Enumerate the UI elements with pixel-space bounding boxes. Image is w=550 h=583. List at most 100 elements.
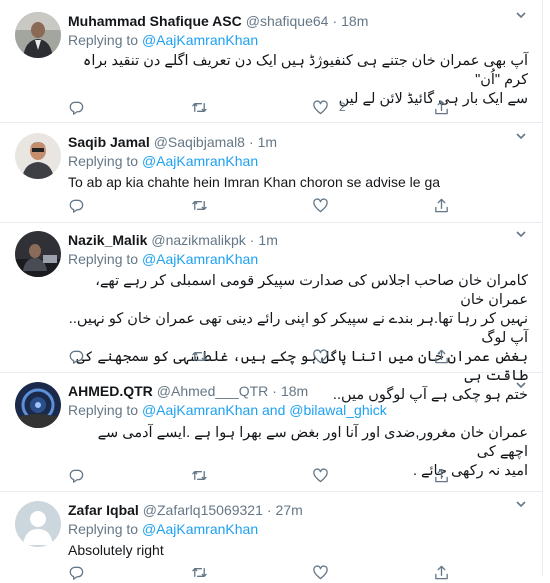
display-name[interactable]: Muhammad Shafique ASC — [68, 12, 242, 30]
tweet[interactable]: Zafar Iqbal @Zafarlq15069321 · 27m Reply… — [0, 492, 542, 580]
tweet[interactable]: Nazik_Malik @nazikmalikpk · 1m Replying … — [0, 223, 542, 403]
separator-dot: · — [266, 502, 272, 518]
retweet-icon — [192, 567, 207, 577]
retweet-button[interactable] — [191, 98, 208, 116]
reply-icon — [69, 469, 84, 483]
retweet-icon — [192, 470, 207, 480]
tweet-text-line: آپ بھی عمران خان جتنے ہی کنفیوژڈ ہیں ایک… — [82, 53, 528, 88]
retweet-button[interactable] — [191, 466, 208, 484]
share-button[interactable] — [433, 196, 450, 214]
user-handle[interactable]: @shafique64 — [246, 12, 329, 30]
tweet-text-line: Absolutely right — [68, 542, 164, 558]
display-name[interactable]: Nazik_Malik — [68, 231, 147, 249]
separator-dot: · — [248, 134, 254, 150]
like-button[interactable] — [312, 563, 329, 581]
like-button[interactable] — [312, 347, 329, 365]
reply-icon — [69, 566, 84, 580]
reply-button[interactable] — [68, 196, 85, 214]
avatar[interactable] — [15, 501, 61, 547]
retweet-button[interactable] — [191, 347, 208, 365]
share-icon — [435, 198, 448, 212]
timestamp[interactable]: 1m — [258, 231, 277, 249]
heart-icon — [313, 197, 328, 212]
replying-to: Replying to @AajKamranKhan and @bilawal_… — [68, 400, 528, 420]
replying-to-link[interactable]: @AajKamranKhan and @bilawal_ghick — [142, 402, 387, 418]
tweet[interactable]: Muhammad Shafique ASC @shafique64 · 18m … — [0, 0, 542, 123]
reply-button[interactable] — [68, 98, 85, 116]
replying-to: Replying to @AajKamranKhan — [68, 519, 528, 539]
replying-to-label: Replying to — [68, 251, 139, 267]
reply-button[interactable] — [68, 466, 85, 484]
chevron-down-icon[interactable] — [514, 497, 528, 511]
chevron-down-icon[interactable] — [514, 378, 528, 392]
replying-to-label: Replying to — [68, 153, 139, 169]
replying-to-link[interactable]: @AajKamranKhan — [142, 153, 258, 169]
reply-icon — [69, 350, 84, 364]
retweet-icon — [192, 351, 207, 361]
tweet-text-line: عمران خان مغرور,ضدی اور آنا اور بغض سے ب… — [97, 425, 528, 460]
retweet-icon — [192, 102, 207, 112]
replying-to-link[interactable]: @AajKamranKhan — [142, 521, 258, 537]
replying-to: Replying to @AajKamranKhan — [68, 30, 528, 50]
replying-to: Replying to @AajKamranKhan — [68, 151, 528, 171]
share-button[interactable] — [433, 563, 450, 581]
tweet-text-line: To ab ap kia chahte hein Imran Khan chor… — [68, 174, 441, 190]
replying-to: Replying to @AajKamranKhan — [68, 249, 528, 269]
user-handle[interactable]: @nazikmalikpk — [151, 231, 245, 249]
timestamp[interactable]: 27m — [276, 501, 303, 519]
retweet-icon — [192, 200, 207, 210]
tweet[interactable]: AHMED.QTR @Ahmed___QTR · 18m Replying to… — [0, 373, 542, 492]
chevron-down-icon[interactable] — [514, 8, 528, 22]
replying-to-label: Replying to — [68, 402, 139, 418]
chevron-down-icon[interactable] — [514, 129, 528, 143]
like-button[interactable] — [312, 196, 329, 214]
timestamp[interactable]: 1m — [258, 133, 277, 151]
like-count: 2 — [339, 100, 346, 114]
like-button[interactable] — [312, 466, 329, 484]
timestamp[interactable]: 18m — [281, 382, 308, 400]
user-handle[interactable]: @Ahmed___QTR — [157, 382, 268, 400]
replying-to-label: Replying to — [68, 32, 139, 48]
replying-to-label: Replying to — [68, 521, 139, 537]
reply-thread: Muhammad Shafique ASC @shafique64 · 18m … — [0, 0, 543, 580]
display-name[interactable]: AHMED.QTR — [68, 382, 153, 400]
share-icon — [435, 565, 448, 579]
tweet-text: To ab ap kia chahte hein Imran Khan chor… — [68, 173, 528, 192]
tweet[interactable]: Saqib Jamal @Saqibjamal8 · 1m Replying t… — [0, 123, 542, 223]
replying-to-link[interactable]: @AajKamranKhan — [142, 32, 258, 48]
heart-icon — [313, 99, 328, 114]
avatar[interactable] — [15, 12, 61, 58]
tweet-text: Absolutely right — [68, 541, 528, 560]
avatar[interactable] — [15, 133, 61, 179]
separator-dot: · — [272, 383, 277, 399]
reply-button[interactable] — [68, 347, 85, 365]
share-button[interactable] — [433, 347, 450, 365]
heart-icon — [313, 564, 328, 579]
share-icon — [435, 349, 448, 363]
share-button[interactable] — [433, 466, 450, 484]
tweet-text-line: کامران خان صاحب اجلاس کی صدارت سپیکر قوم… — [95, 273, 528, 308]
heart-icon — [313, 348, 328, 363]
chevron-down-icon[interactable] — [514, 227, 528, 241]
display-name[interactable]: Zafar Iqbal — [68, 501, 139, 519]
reply-icon — [69, 199, 84, 213]
reply-icon — [69, 101, 84, 115]
user-handle[interactable]: @Saqibjamal8 — [154, 133, 245, 151]
separator-dot: · — [332, 13, 338, 29]
avatar[interactable] — [15, 382, 61, 428]
reply-button[interactable] — [68, 563, 85, 581]
retweet-button[interactable] — [191, 563, 208, 581]
tweet-text-line: نہیں کر رہا تھا.ہر بندے نے سپیکر کو اپنی… — [68, 311, 528, 346]
like-button[interactable]: 2 — [312, 98, 346, 116]
retweet-button[interactable] — [191, 196, 208, 214]
user-handle[interactable]: @Zafarlq15069321 — [143, 501, 263, 519]
share-icon — [435, 100, 448, 114]
display-name[interactable]: Saqib Jamal — [68, 133, 150, 151]
replying-to-link[interactable]: @AajKamranKhan — [142, 251, 258, 267]
share-icon — [435, 468, 448, 482]
share-button[interactable] — [433, 98, 450, 116]
timestamp[interactable]: 18m — [341, 12, 368, 30]
heart-icon — [313, 467, 328, 482]
separator-dot: · — [249, 232, 255, 248]
avatar[interactable] — [15, 231, 61, 277]
